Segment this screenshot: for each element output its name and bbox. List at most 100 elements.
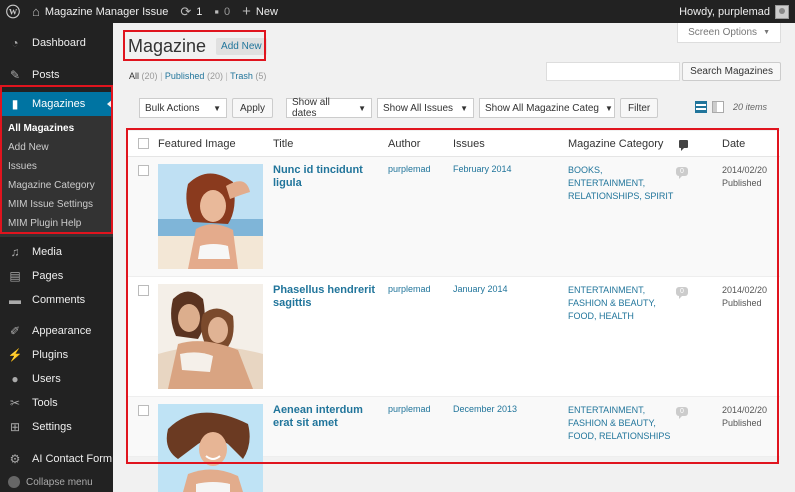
svg-text:W: W xyxy=(9,8,18,17)
author-link[interactable]: purplemad xyxy=(388,284,453,294)
filter-button[interactable]: Filter xyxy=(620,98,659,118)
apply-button[interactable]: Apply xyxy=(232,98,274,118)
bulk-actions-select[interactable]: Bulk Actions ▼ xyxy=(139,98,227,118)
chevron-down-icon: ▼ xyxy=(763,29,770,36)
issue-link[interactable]: December 2013 xyxy=(453,404,568,414)
comments-link[interactable]: ▪ 0 xyxy=(208,0,236,23)
excerpt-view-icon[interactable] xyxy=(711,101,724,113)
row-status: Published xyxy=(722,178,762,188)
row-title-link[interactable]: Aenean interdum erat sit amet xyxy=(273,404,388,430)
sidebar-item-label: Magazines xyxy=(32,98,86,110)
screen-options-button[interactable]: Screen Options ▼ xyxy=(677,23,781,43)
site-name-link[interactable]: ⌂ Magazine Manager Issue xyxy=(26,0,174,23)
sidebar-item-users[interactable]: ● Users xyxy=(0,367,113,391)
view-all[interactable]: All (20) xyxy=(129,71,158,81)
view-trash[interactable]: Trash (5) xyxy=(230,71,266,81)
category-links[interactable]: BOOKS, ENTERTAINMENT, RELATIONSHIPS, SPIRI… xyxy=(568,164,676,203)
featured-image[interactable] xyxy=(158,284,263,389)
sidebar-item-media[interactable]: ♫ Media xyxy=(0,240,113,264)
row-title-line: erat sit amet xyxy=(273,417,338,429)
sidebar-item-dashboard[interactable]: ◔ Dashboard xyxy=(0,31,113,55)
column-comments[interactable] xyxy=(676,139,722,151)
comment-count-badge[interactable]: 0 xyxy=(676,287,688,299)
select-all-checkbox[interactable] xyxy=(137,138,149,149)
plugins-icon: ⚡ xyxy=(7,348,23,362)
media-icon: ♫ xyxy=(10,245,20,259)
sidebar-item-pages[interactable]: ▤ Pages xyxy=(0,264,113,288)
column-date[interactable]: Date xyxy=(722,138,780,150)
row-checkbox[interactable] xyxy=(137,165,149,176)
new-label: New xyxy=(255,5,278,18)
comment-count-badge[interactable]: 0 xyxy=(676,167,688,179)
submenu-mim-plugin-help[interactable]: MIM Plugin Help xyxy=(0,214,113,233)
sidebar-item-appearance[interactable]: ✐ Appearance xyxy=(0,319,113,343)
bulk-actions-label: Bulk Actions xyxy=(145,102,200,114)
add-new-button[interactable]: Add New xyxy=(216,38,267,55)
row-title-line: ligula xyxy=(273,177,302,189)
sidebar-item-settings[interactable]: ⊞ Settings xyxy=(0,415,113,439)
row-status: Published xyxy=(722,418,762,428)
date-cell: 2014/02/20 Published xyxy=(722,284,780,310)
row-title-link[interactable]: Nunc id tincidunt ligula xyxy=(273,164,388,190)
row-status: Published xyxy=(722,298,762,308)
my-account-link[interactable]: Howdy, purplemad xyxy=(673,0,795,23)
page-title: Magazine xyxy=(128,36,207,56)
search-magazines-button[interactable]: Search Magazines xyxy=(682,62,781,81)
sidebar-item-tools[interactable]: ✂ Tools xyxy=(0,391,113,415)
sidebar-item-label: Plugins xyxy=(32,349,69,361)
categories-select[interactable]: Show All Magazine Categ ▼ xyxy=(479,98,616,118)
sidebar-item-label: Dashboard xyxy=(32,37,86,49)
row-checkbox[interactable] xyxy=(137,285,149,296)
sidebar-item-comments[interactable]: ▬ Comments xyxy=(0,288,113,312)
dates-select[interactable]: Show all dates ▼ xyxy=(286,97,373,119)
sidebar-item-plugins[interactable]: ⚡ Plugins xyxy=(0,343,113,367)
collapse-icon xyxy=(8,476,20,488)
category-links[interactable]: ENTERTAINMENT, FASHION & BEAUTY, FOOD, HEA… xyxy=(568,284,676,323)
category-line: FOOD, HEALTH xyxy=(568,311,634,321)
featured-image[interactable] xyxy=(158,164,263,269)
item-count: 20 items xyxy=(732,102,767,112)
column-featured-image: Featured Image xyxy=(158,137,236,150)
sidebar-item-posts[interactable]: ✎ Posts xyxy=(0,63,113,87)
search-input[interactable] xyxy=(546,62,681,81)
view-all-count: (20) xyxy=(141,71,158,81)
author-link[interactable]: purplemad xyxy=(388,404,453,414)
category-line: ENTERTAINMENT, xyxy=(568,405,646,415)
issues-select[interactable]: Show All Issues ▼ xyxy=(377,98,475,118)
column-title[interactable]: Title xyxy=(273,138,388,150)
category-line: RELATIONSHIPS, SPIRIT xyxy=(568,191,674,201)
category-line: ENTERTAINMENT, xyxy=(568,178,646,188)
view-published[interactable]: Published (20) xyxy=(165,71,223,81)
title-cell: Aenean interdum erat sit amet xyxy=(273,404,388,430)
collapse-menu-button[interactable]: Collapse menu xyxy=(8,476,93,488)
sidebar-item-ai-contact-form[interactable]: ⚙ AI Contact Form xyxy=(0,447,113,471)
column-magazine-category: Magazine Category xyxy=(568,137,664,150)
magazines-submenu: All Magazines Add New Issues Magazine Ca… xyxy=(0,116,113,237)
row-title-line: sagittis xyxy=(273,297,312,309)
main-content: Screen Options ▼ Magazine Add New All (2… xyxy=(113,23,795,492)
new-content-link[interactable]: + New xyxy=(236,0,284,23)
title-cell: Phasellus hendrerit sagittis xyxy=(273,284,388,310)
submenu-add-new[interactable]: Add New xyxy=(0,138,113,157)
updates-link[interactable]: ⟳ 1 xyxy=(174,0,208,23)
featured-image[interactable] xyxy=(158,404,263,492)
appearance-icon: ✐ xyxy=(9,324,21,338)
wordpress-logo-icon[interactable]: W xyxy=(0,0,26,23)
date-cell: 2014/02/20 Published xyxy=(722,164,780,190)
comment-count-badge[interactable]: 0 xyxy=(676,407,688,419)
submenu-mim-issue-settings[interactable]: MIM Issue Settings xyxy=(0,195,113,214)
submenu-all-magazines[interactable]: All Magazines xyxy=(0,119,113,138)
row-checkbox-cell xyxy=(128,164,158,176)
submenu-issues[interactable]: Issues xyxy=(0,157,113,176)
sidebar-item-magazines[interactable]: ▮ Magazines xyxy=(0,92,113,116)
row-checkbox[interactable] xyxy=(137,405,149,416)
category-links[interactable]: ENTERTAINMENT, FASHION & BEAUTY, FOOD, REL… xyxy=(568,404,676,443)
row-title-link[interactable]: Phasellus hendrerit sagittis xyxy=(273,284,388,310)
categories-label: Show All Magazine Categ xyxy=(485,102,599,114)
dashboard-icon: ◔ xyxy=(11,36,19,50)
issue-link[interactable]: January 2014 xyxy=(453,284,568,294)
issue-link[interactable]: February 2014 xyxy=(453,164,568,174)
list-view-icon[interactable] xyxy=(694,101,707,113)
submenu-magazine-category[interactable]: Magazine Category xyxy=(0,176,113,195)
author-link[interactable]: purplemad xyxy=(388,164,453,174)
